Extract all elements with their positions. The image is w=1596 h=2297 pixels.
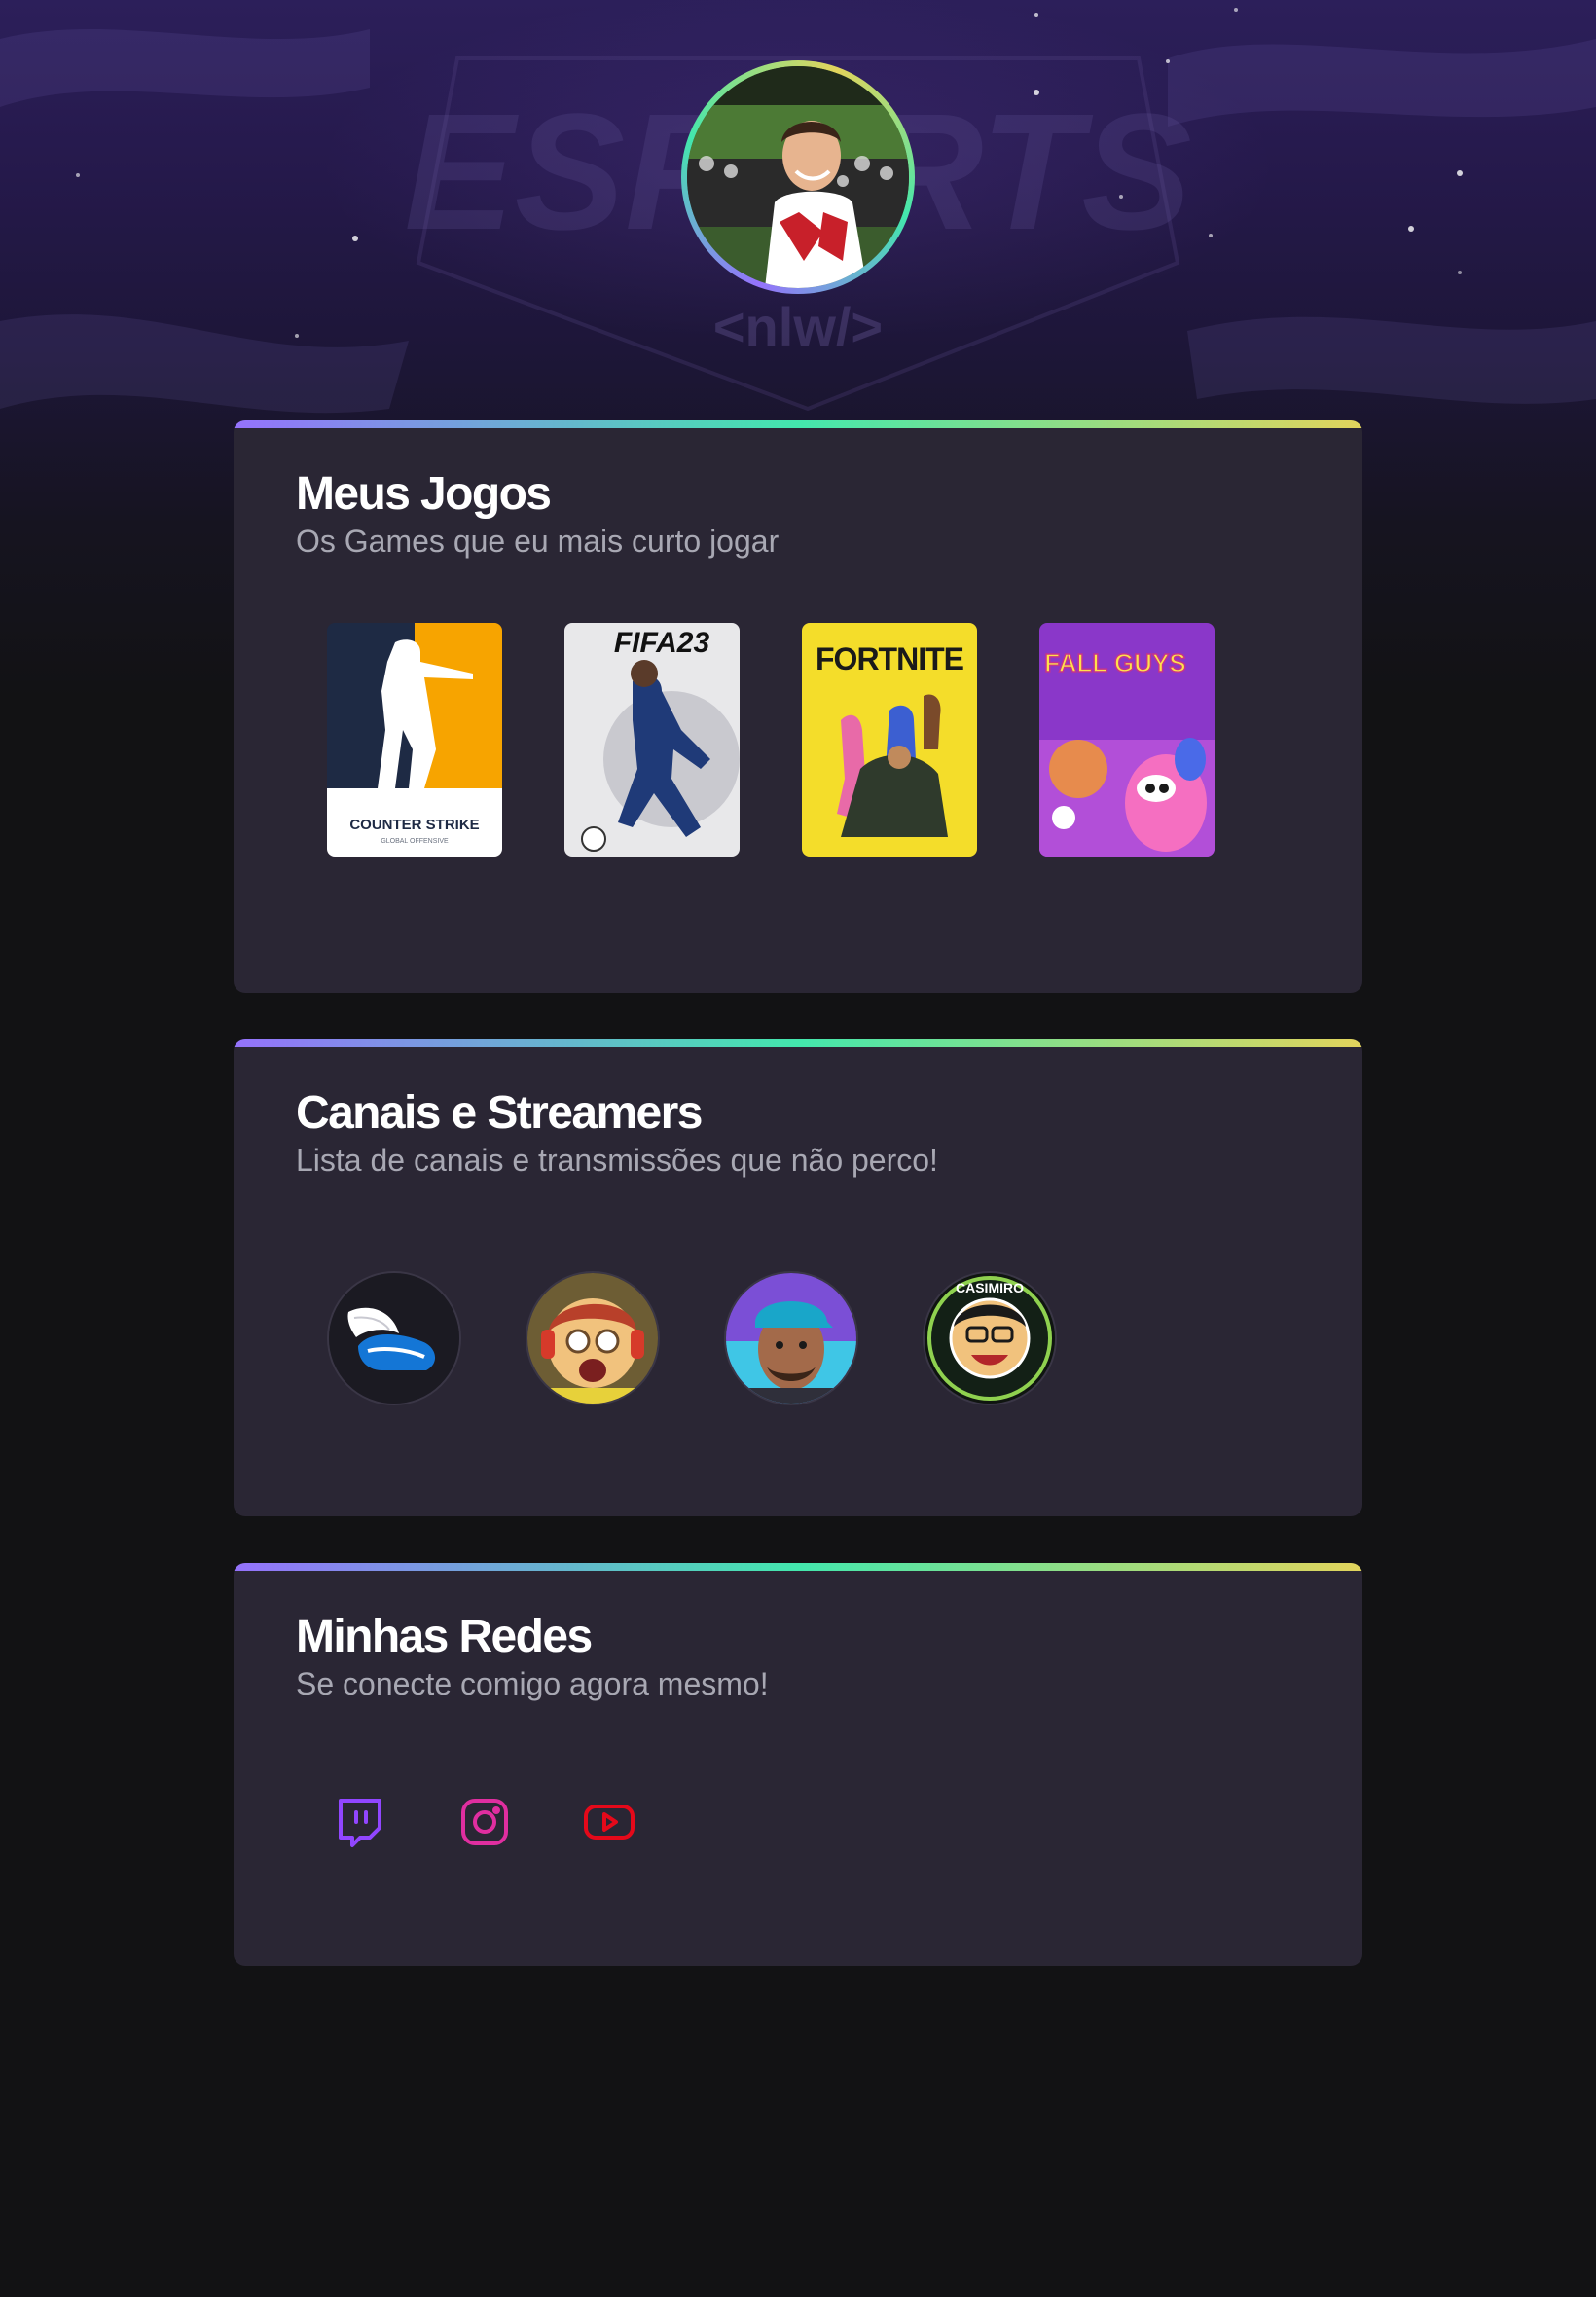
games-title: Meus Jogos — [296, 468, 552, 520]
fifa-cover-title: FIFA23 — [614, 627, 710, 659]
game-cover-fifa-23[interactable]: FIFA23 — [564, 623, 740, 857]
socials-subtitle: Se conecte comigo agora mesmo! — [296, 1666, 769, 1701]
twitch-link[interactable] — [327, 1789, 393, 1855]
games-card: Meus Jogos Os Games que eu mais curto jo… — [234, 420, 1362, 993]
fortnite-cover-title: FORTNITE — [816, 641, 964, 676]
instagram-link[interactable] — [452, 1789, 518, 1855]
streamers-title: Canais e Streamers — [296, 1087, 703, 1139]
game-cover-counter-strike[interactable]: COUNTER STRIKE GLOBAL OFFENSIVE — [327, 623, 502, 857]
socials-list — [327, 1789, 642, 1855]
game-cover-fall-guys[interactable]: FALL GUYS — [1039, 623, 1215, 857]
streamer-avatar-cartoon-redhead[interactable] — [526, 1271, 660, 1405]
youtube-icon — [584, 1805, 635, 1840]
streamers-list: CASIMIRO — [327, 1271, 1057, 1405]
games-subtitle: Os Games que eu mais curto jogar — [296, 524, 780, 559]
streamer-avatar-casimiro[interactable]: CASIMIRO — [923, 1271, 1057, 1405]
streamers-subtitle: Lista de canais e transmissões que não p… — [296, 1143, 938, 1178]
profile-avatar — [681, 60, 915, 294]
streamers-card: Canais e Streamers Lista de canais e tra… — [234, 1039, 1362, 1516]
casimiro-badge-text: CASIMIRO — [956, 1280, 1024, 1295]
game-cover-fortnite[interactable]: FORTNITE — [802, 623, 977, 857]
streamer-avatar-winged-shoe[interactable] — [327, 1271, 461, 1405]
fall-guys-cover-title: FALL GUYS — [1044, 648, 1185, 677]
socials-card: Minhas Redes Se conecte comigo agora mes… — [234, 1563, 1362, 1966]
nlw-watermark: <nlw/> — [713, 296, 883, 357]
streamer-avatar-cap-man[interactable] — [724, 1271, 858, 1405]
socials-title: Minhas Redes — [296, 1611, 593, 1662]
avatar-photo — [687, 66, 909, 288]
cs-cover-title: COUNTER STRIKE — [349, 817, 479, 833]
twitch-icon — [339, 1799, 381, 1847]
cs-cover-subtitle: GLOBAL OFFENSIVE — [381, 838, 449, 845]
games-list: COUNTER STRIKE GLOBAL OFFENSIVE FIFA23 F… — [327, 623, 1215, 857]
youtube-link[interactable] — [576, 1789, 642, 1855]
instagram-icon — [461, 1799, 508, 1845]
